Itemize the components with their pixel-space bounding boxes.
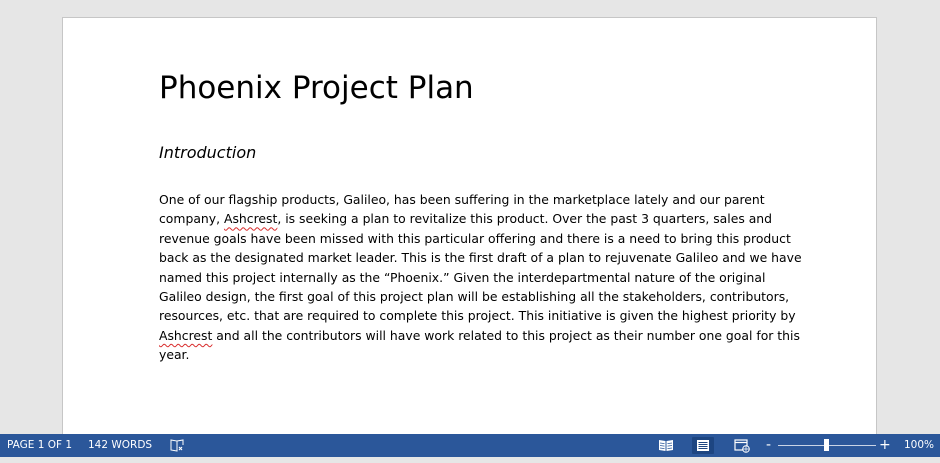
text-run: revenue goals have been missed with this… — [159, 230, 791, 246]
read-mode-icon[interactable] — [657, 437, 675, 454]
text-run: company, — [159, 211, 224, 227]
body-line: year. — [159, 345, 799, 364]
zoom-percent[interactable]: 100% — [904, 434, 934, 457]
text-run: One of our flagship products, Galileo, h… — [159, 192, 765, 207]
body-line: company, Ashcrest, is seeking a plan to … — [159, 209, 799, 228]
proofing-book-icon-svg — [170, 439, 184, 452]
body-line: Ashcrest and all the contributors will h… — [159, 326, 800, 345]
proofing-book-icon[interactable] — [170, 438, 186, 453]
text-run: year. — [159, 347, 190, 363]
document-page[interactable]: Phoenix Project Plan Introduction One of… — [62, 17, 877, 434]
web-layout-icon[interactable] — [733, 437, 751, 454]
text-run: back as the designated market leader. Th… — [159, 250, 802, 266]
print-layout-icon[interactable] — [692, 437, 714, 454]
document-canvas[interactable]: Phoenix Project Plan Introduction One of… — [0, 0, 940, 434]
text-run: Galileo design, the first goal of this p… — [159, 289, 790, 305]
body-line: back as the designated market leader. Th… — [159, 248, 802, 267]
body-line: Galileo design, the first goal of this p… — [159, 287, 799, 306]
misspelled-word[interactable]: Ashcrest — [224, 211, 277, 226]
page-indicator[interactable]: PAGE 1 OF 1 — [7, 434, 72, 457]
body-line: revenue goals have been missed with this… — [159, 229, 799, 248]
web-layout-icon-svg — [734, 439, 750, 453]
read-mode-icon-svg — [659, 440, 673, 451]
section-heading[interactable]: Introduction — [159, 142, 256, 164]
text-run: resources, etc. that are required to com… — [159, 308, 796, 324]
body-line: One of our flagship products, Galileo, h… — [159, 190, 799, 209]
text-run: , is seeking a plan to revitalize this p… — [277, 211, 773, 227]
text-run: named this project internally as the “Ph… — [159, 269, 766, 285]
zoom-out-button[interactable]: - — [766, 434, 771, 457]
misspelled-word[interactable]: Ashcrest — [159, 328, 212, 343]
body-line: named this project internally as the “Ph… — [159, 268, 799, 287]
body-line: resources, etc. that are required to com… — [159, 306, 799, 325]
text-run: and all the contributors will have work … — [212, 327, 800, 343]
print-layout-icon-svg — [697, 440, 709, 451]
zoom-in-button[interactable]: + — [879, 434, 891, 457]
document-title[interactable]: Phoenix Project Plan — [159, 68, 474, 108]
body-paragraph[interactable]: One of our flagship products, Galileo, h… — [159, 190, 802, 365]
zoom-slider-thumb[interactable] — [824, 439, 829, 451]
status-bar: PAGE 1 OF 1 142 WORDS - + 100% — [0, 434, 940, 457]
word-count[interactable]: 142 WORDS — [88, 434, 152, 457]
